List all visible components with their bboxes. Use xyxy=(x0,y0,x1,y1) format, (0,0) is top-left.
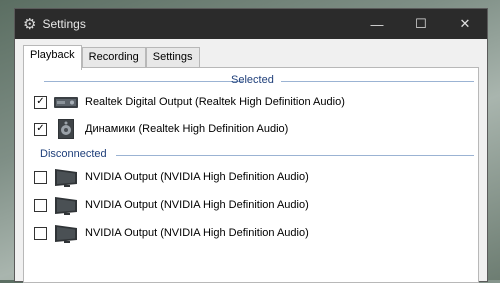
speaker-icon xyxy=(58,119,74,139)
tab-strip: Playback Recording Settings xyxy=(23,45,200,70)
digital-output-icon xyxy=(54,97,78,108)
minimize-button[interactable]: — xyxy=(355,9,399,39)
playback-panel: Selected ✓ Realtek Digital Output (Realt… xyxy=(23,67,479,283)
device-checkbox[interactable] xyxy=(34,226,47,240)
maximize-button[interactable]: ☐ xyxy=(399,9,443,39)
device-row[interactable]: ✓ Realtek Digital Output (Realtek High D… xyxy=(34,91,345,113)
monitor-icon xyxy=(55,225,77,243)
device-checkbox[interactable] xyxy=(34,170,47,184)
tab-recording[interactable]: Recording xyxy=(81,47,146,69)
group-divider xyxy=(281,81,474,82)
device-checkbox[interactable]: ✓ xyxy=(34,95,47,109)
group-label-selected: Selected xyxy=(231,74,274,86)
group-label-disconnected: Disconnected xyxy=(40,148,107,160)
device-row[interactable]: NVIDIA Output (NVIDIA High Definition Au… xyxy=(34,222,309,244)
device-label: NVIDIA Output (NVIDIA High Definition Au… xyxy=(85,227,309,239)
device-label: Динамики (Realtek High Definition Audio) xyxy=(85,123,289,135)
tab-playback[interactable]: Playback xyxy=(23,45,82,70)
device-checkbox[interactable]: ✓ xyxy=(34,122,47,136)
group-header-disconnected: Disconnected xyxy=(24,148,478,162)
tab-settings[interactable]: Settings xyxy=(145,47,200,69)
group-divider xyxy=(116,155,474,156)
settings-window: ⚙ Settings — ☐ ✕ Playback Recording Sett… xyxy=(14,8,488,283)
monitor-icon xyxy=(55,197,77,215)
device-row[interactable]: NVIDIA Output (NVIDIA High Definition Au… xyxy=(34,194,309,216)
group-header-selected: Selected xyxy=(24,74,478,88)
device-label: NVIDIA Output (NVIDIA High Definition Au… xyxy=(85,171,309,183)
device-row[interactable]: NVIDIA Output (NVIDIA High Definition Au… xyxy=(34,166,309,188)
device-row[interactable]: ✓ Динамики (Realtek High Definition Audi… xyxy=(34,118,288,140)
gear-icon: ⚙ xyxy=(23,15,37,33)
window-title: Settings xyxy=(42,17,86,31)
close-button[interactable]: ✕ xyxy=(443,9,487,39)
group-divider xyxy=(44,81,244,82)
title-bar[interactable]: ⚙ Settings — ☐ ✕ xyxy=(15,9,487,39)
device-checkbox[interactable] xyxy=(34,198,47,212)
device-label: NVIDIA Output (NVIDIA High Definition Au… xyxy=(85,199,309,211)
device-label: Realtek Digital Output (Realtek High Def… xyxy=(85,96,345,108)
monitor-icon xyxy=(55,169,77,187)
